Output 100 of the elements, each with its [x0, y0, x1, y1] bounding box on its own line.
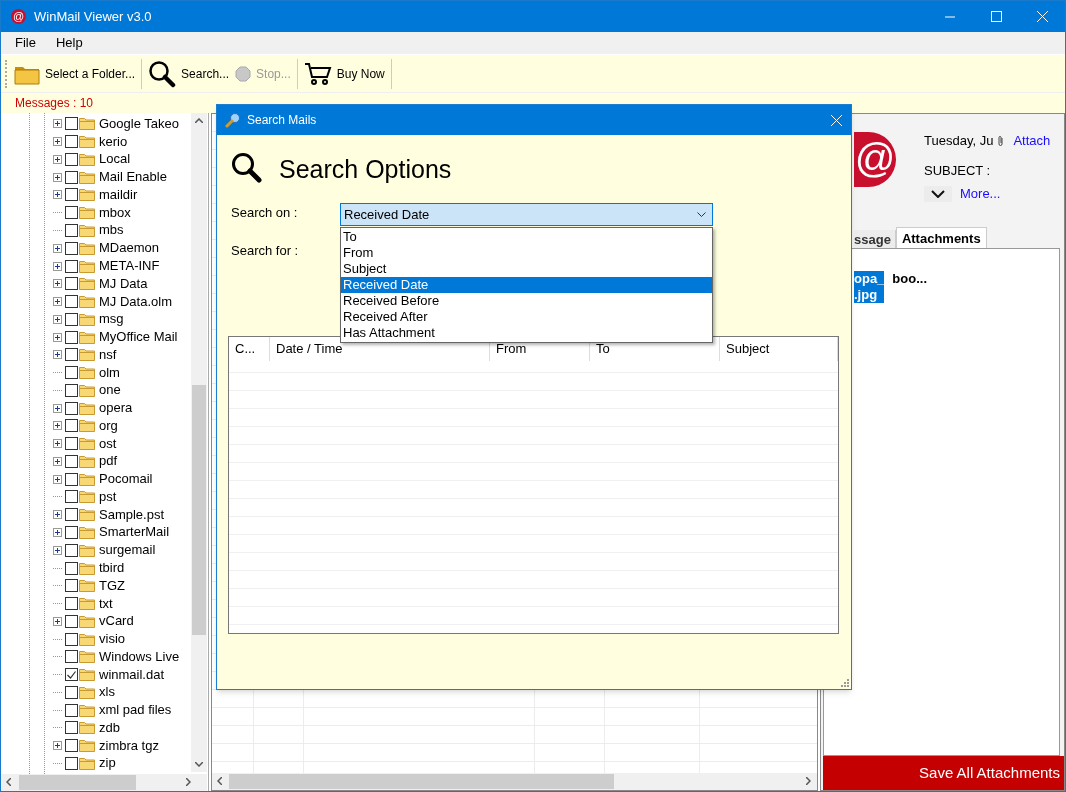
folder-label[interactable]: xls: [99, 684, 115, 701]
checkbox[interactable]: [65, 117, 78, 131]
checkbox[interactable]: [65, 597, 78, 611]
checkbox[interactable]: [65, 685, 78, 699]
expand-icon[interactable]: [53, 528, 62, 537]
scroll-right-icon[interactable]: [186, 778, 191, 786]
expand-icon[interactable]: [53, 510, 62, 520]
checkbox[interactable]: [65, 579, 78, 593]
attachment-item[interactable]: opa_ .jpg: [854, 271, 885, 303]
checkbox[interactable]: [65, 277, 78, 291]
toolbar-button[interactable]: Buy Now: [300, 56, 388, 91]
menu-item[interactable]: Help: [47, 33, 91, 53]
resize-grip-icon[interactable]: [840, 678, 849, 687]
scrollbar-thumb[interactable]: [192, 385, 206, 635]
dropdown-option[interactable]: From: [341, 245, 712, 261]
checkbox[interactable]: [65, 614, 78, 628]
checkbox[interactable]: [65, 543, 78, 557]
expand-icon[interactable]: [53, 350, 62, 360]
checkbox[interactable]: [65, 721, 78, 735]
scrollbar-thumb[interactable]: [229, 774, 614, 789]
checkbox[interactable]: [65, 526, 78, 539]
checkbox[interactable]: [65, 152, 78, 166]
toolbar-button[interactable]: Search...: [145, 56, 233, 91]
vertical-scrollbar[interactable]: [191, 113, 207, 772]
expand-icon[interactable]: [53, 172, 62, 182]
folder-label[interactable]: mbox: [99, 204, 131, 221]
scrollbar-thumb[interactable]: [19, 775, 136, 790]
more-link[interactable]: More...: [960, 184, 1001, 204]
checkbox[interactable]: [65, 348, 78, 362]
folder-label[interactable]: Sample.pst: [99, 506, 165, 523]
scroll-up-icon[interactable]: [195, 118, 203, 123]
folder-label[interactable]: msg: [99, 311, 124, 328]
scroll-left-icon[interactable]: [6, 778, 11, 786]
horizontal-scrollbar[interactable]: [212, 773, 817, 790]
folder-label[interactable]: MJ Data: [99, 275, 148, 292]
folder-label[interactable]: MJ Data.olm: [99, 293, 172, 310]
checkbox[interactable]: [65, 472, 78, 486]
checkbox[interactable]: [65, 206, 78, 220]
checkbox[interactable]: [65, 739, 78, 753]
expand-icon[interactable]: [53, 119, 62, 129]
expand-icon[interactable]: [53, 741, 62, 751]
checkbox[interactable]: [65, 259, 78, 273]
expand-icon[interactable]: [53, 279, 62, 289]
checkbox[interactable]: [65, 170, 78, 184]
expand-icon[interactable]: [53, 474, 62, 484]
folder-label[interactable]: opera: [99, 400, 133, 417]
expand-icon[interactable]: [53, 243, 62, 253]
dropdown-option[interactable]: Subject: [341, 261, 712, 277]
folder-label[interactable]: MyOffice Mail: [99, 329, 178, 346]
folder-label[interactable]: olm: [99, 364, 120, 381]
search-on-dropdown[interactable]: Received Date: [340, 203, 713, 226]
dropdown-option[interactable]: To: [341, 229, 712, 245]
tab[interactable]: ssage: [854, 230, 896, 250]
checkbox[interactable]: [65, 437, 78, 451]
toolbar-button[interactable]: Select a Folder...: [11, 56, 139, 91]
folder-label[interactable]: vCard: [99, 613, 134, 630]
scroll-left-icon[interactable]: [217, 777, 222, 785]
folder-label[interactable]: surgemail: [99, 542, 156, 559]
folder-label[interactable]: kerio: [99, 133, 128, 150]
folder-label[interactable]: pst: [99, 488, 117, 505]
dropdown-option[interactable]: Received Before: [341, 293, 712, 309]
expand-icon[interactable]: [53, 456, 62, 466]
folder-label[interactable]: txt: [99, 595, 113, 612]
checkbox[interactable]: [65, 419, 78, 433]
folder-label[interactable]: tbird: [99, 560, 125, 576]
folder-label[interactable]: org: [99, 417, 118, 434]
folder-label[interactable]: nsf: [99, 346, 117, 363]
checkbox[interactable]: [65, 756, 78, 770]
attachment-item[interactable]: boo...: [892, 271, 927, 303]
folder-label[interactable]: Pocomail: [99, 471, 153, 488]
checkbox[interactable]: [65, 401, 78, 415]
folder-label[interactable]: Local: [99, 151, 131, 168]
checkbox[interactable]: [65, 508, 78, 522]
folder-label[interactable]: zip: [99, 755, 116, 772]
folder-label[interactable]: MDaemon: [99, 240, 159, 257]
checkbox[interactable]: [65, 490, 78, 504]
checkbox[interactable]: [65, 241, 78, 255]
folder-label[interactable]: TGZ: [99, 577, 125, 594]
expand-icon[interactable]: [53, 154, 62, 164]
folder-label[interactable]: zimbra tgz: [99, 737, 159, 754]
checkbox[interactable]: [65, 312, 78, 326]
expand-icon[interactable]: [53, 137, 62, 147]
folder-label[interactable]: Windows Live: [99, 648, 180, 665]
checkbox[interactable]: [65, 135, 78, 149]
folder-label[interactable]: META-INF: [99, 258, 160, 274]
expand-icon[interactable]: [53, 545, 62, 555]
checkbox[interactable]: [65, 650, 78, 664]
column-header[interactable]: C...: [229, 337, 270, 361]
checkbox[interactable]: [65, 295, 78, 309]
checkbox[interactable]: [65, 668, 78, 682]
folder-label[interactable]: zdb: [99, 719, 120, 736]
checkbox[interactable]: [65, 454, 78, 468]
expand-icon[interactable]: [53, 314, 62, 324]
folder-label[interactable]: maildir: [99, 186, 138, 203]
expand-icon[interactable]: [53, 403, 62, 413]
dropdown-option[interactable]: Received After: [341, 309, 712, 325]
folder-label[interactable]: mbs: [99, 222, 124, 239]
scroll-down-icon[interactable]: [195, 762, 203, 767]
folder-label[interactable]: winmail.dat: [99, 666, 165, 683]
checkbox[interactable]: [65, 188, 78, 202]
